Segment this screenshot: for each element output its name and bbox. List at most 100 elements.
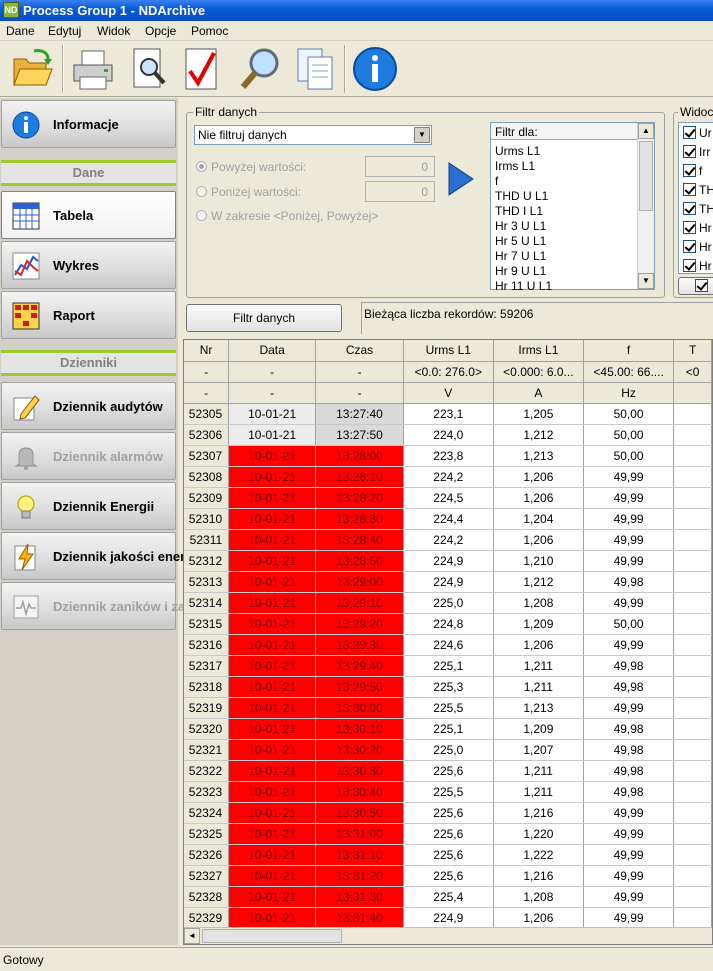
- list-item[interactable]: Hr 5 U L1: [495, 234, 546, 248]
- cell-czas[interactable]: 13:30:30: [315, 760, 404, 782]
- cell-urms-l1[interactable]: 225,6: [403, 844, 494, 866]
- cell-urms-l1[interactable]: 224,9: [403, 550, 494, 572]
- cell-czas[interactable]: 13:29:30: [315, 634, 404, 656]
- cell-irms-l1[interactable]: 1,204: [493, 508, 584, 530]
- cell-nr[interactable]: 52309: [184, 487, 230, 509]
- cell-t[interactable]: [673, 655, 712, 677]
- cell-f[interactable]: 49,99: [583, 697, 675, 719]
- cell-f[interactable]: 49,98: [583, 676, 675, 698]
- cell-czas[interactable]: 13:27:50: [315, 424, 404, 446]
- cell-urms-l1[interactable]: 225,1: [403, 718, 494, 740]
- cell-t[interactable]: [673, 697, 712, 719]
- cell-urms-l1[interactable]: 225,4: [403, 886, 494, 908]
- cell-data[interactable]: 10-01-21: [228, 886, 317, 908]
- open-folder-icon[interactable]: [10, 45, 56, 93]
- cell-f[interactable]: 49,98: [583, 718, 675, 740]
- cell-czas[interactable]: 13:29:50: [315, 676, 404, 698]
- radio-dot[interactable]: [196, 210, 207, 221]
- cell-urms-l1[interactable]: 223,1: [403, 403, 494, 425]
- cell-czas[interactable]: 13:28:30: [315, 508, 404, 530]
- cell-czas[interactable]: 13:31:00: [315, 823, 404, 845]
- menu-widok[interactable]: Widok: [97, 24, 130, 38]
- cell-data[interactable]: 10-01-21: [228, 655, 317, 677]
- cell-nr[interactable]: 52311: [184, 529, 230, 551]
- cell-f[interactable]: 49,99: [583, 886, 675, 908]
- list-item[interactable]: Hr 9 U L1: [495, 264, 546, 278]
- select-all-checkbox-button[interactable]: [678, 277, 713, 295]
- cell-f[interactable]: 49,99: [583, 508, 675, 530]
- cell-irms-l1[interactable]: 1,206: [493, 907, 584, 929]
- cell-data[interactable]: 10-01-21: [228, 445, 317, 467]
- cell-irms-l1[interactable]: 1,212: [493, 571, 584, 593]
- cell-urms-l1[interactable]: 225,0: [403, 739, 494, 761]
- cell-irms-l1[interactable]: 1,216: [493, 802, 584, 824]
- cell-f[interactable]: 49,99: [583, 550, 675, 572]
- cell-nr[interactable]: 52319: [184, 697, 230, 719]
- visibility-item[interactable]: Hr: [683, 221, 712, 235]
- sidebar-item-tabela[interactable]: Tabela: [1, 191, 176, 239]
- cell-t[interactable]: [673, 424, 712, 446]
- checkbox[interactable]: [683, 164, 696, 177]
- cell-urms-l1[interactable]: 224,0: [403, 424, 494, 446]
- checkbox[interactable]: [683, 145, 696, 158]
- list-item[interactable]: Urms L1: [495, 144, 540, 158]
- cell-nr[interactable]: 52313: [184, 571, 230, 593]
- cell-nr[interactable]: 52315: [184, 613, 230, 635]
- checkbox[interactable]: [683, 202, 696, 215]
- cell-nr[interactable]: 52325: [184, 823, 230, 845]
- cell-irms-l1[interactable]: 1,211: [493, 781, 584, 803]
- cell-irms-l1[interactable]: 1,222: [493, 844, 584, 866]
- cell-data[interactable]: 10-01-21: [228, 865, 317, 887]
- cell-czas[interactable]: 13:29:20: [315, 613, 404, 635]
- cell-czas[interactable]: 13:30:00: [315, 697, 404, 719]
- cell-t[interactable]: [673, 508, 712, 530]
- cell-urms-l1[interactable]: 225,3: [403, 676, 494, 698]
- cell-data[interactable]: 10-01-21: [228, 550, 317, 572]
- cell-irms-l1[interactable]: 1,207: [493, 739, 584, 761]
- copy-documents-icon[interactable]: [294, 45, 340, 93]
- cell-f[interactable]: 50,00: [583, 424, 675, 446]
- cell-t[interactable]: [673, 802, 712, 824]
- cell-czas[interactable]: 13:28:20: [315, 487, 404, 509]
- cell-f[interactable]: 50,00: [583, 445, 675, 467]
- cell-data[interactable]: 10-01-21: [228, 424, 317, 446]
- cell-czas[interactable]: 13:31:30: [315, 886, 404, 908]
- cell-t[interactable]: [673, 781, 712, 803]
- sidebar-item-dziennik-zanikow[interactable]: Dziennik zaników i zapadów: [1, 582, 226, 630]
- cell-t[interactable]: [673, 550, 712, 572]
- cell-urms-l1[interactable]: 223,8: [403, 445, 494, 467]
- scroll-left-icon[interactable]: ◄: [184, 928, 200, 944]
- cell-irms-l1[interactable]: 1,208: [493, 592, 584, 614]
- scroll-up-icon[interactable]: ▲: [638, 123, 654, 139]
- scroll-thumb[interactable]: [639, 141, 653, 211]
- cell-czas[interactable]: 13:31:40: [315, 907, 404, 929]
- cell-t[interactable]: [673, 487, 712, 509]
- sidebar-item-dziennik-audytow[interactable]: Dziennik audytów: [1, 382, 176, 430]
- cell-nr[interactable]: 52308: [184, 466, 230, 488]
- cell-nr[interactable]: 52327: [184, 865, 230, 887]
- radio-below[interactable]: Poniżej wartości:: [196, 185, 301, 199]
- arrow-right-icon[interactable]: [447, 161, 475, 197]
- cell-nr[interactable]: 52318: [184, 676, 230, 698]
- cell-urms-l1[interactable]: 224,4: [403, 508, 494, 530]
- list-scrollbar[interactable]: ▲ ▼: [637, 123, 654, 289]
- cell-irms-l1[interactable]: 1,216: [493, 865, 584, 887]
- cell-f[interactable]: 49,99: [583, 466, 675, 488]
- cell-urms-l1[interactable]: 225,1: [403, 655, 494, 677]
- column-header-czas[interactable]: Czas: [315, 340, 404, 362]
- cell-data[interactable]: 10-01-21: [228, 487, 317, 509]
- cell-data[interactable]: 10-01-21: [228, 802, 317, 824]
- cell-nr[interactable]: 52305: [184, 403, 230, 425]
- radio-above[interactable]: Powyżej wartości:: [196, 160, 306, 174]
- cell-t[interactable]: [673, 529, 712, 551]
- menu-pomoc[interactable]: Pomoc: [191, 24, 228, 38]
- cell-urms-l1[interactable]: 225,6: [403, 760, 494, 782]
- cell-f[interactable]: 50,00: [583, 613, 675, 635]
- cell-t[interactable]: [673, 760, 712, 782]
- cell-nr[interactable]: 52310: [184, 508, 230, 530]
- horizontal-scrollbar[interactable]: ◄: [184, 927, 712, 944]
- cell-urms-l1[interactable]: 225,5: [403, 697, 494, 719]
- list-item[interactable]: Hr 7 U L1: [495, 249, 546, 263]
- list-item[interactable]: f: [495, 174, 498, 188]
- cell-data[interactable]: 10-01-21: [228, 781, 317, 803]
